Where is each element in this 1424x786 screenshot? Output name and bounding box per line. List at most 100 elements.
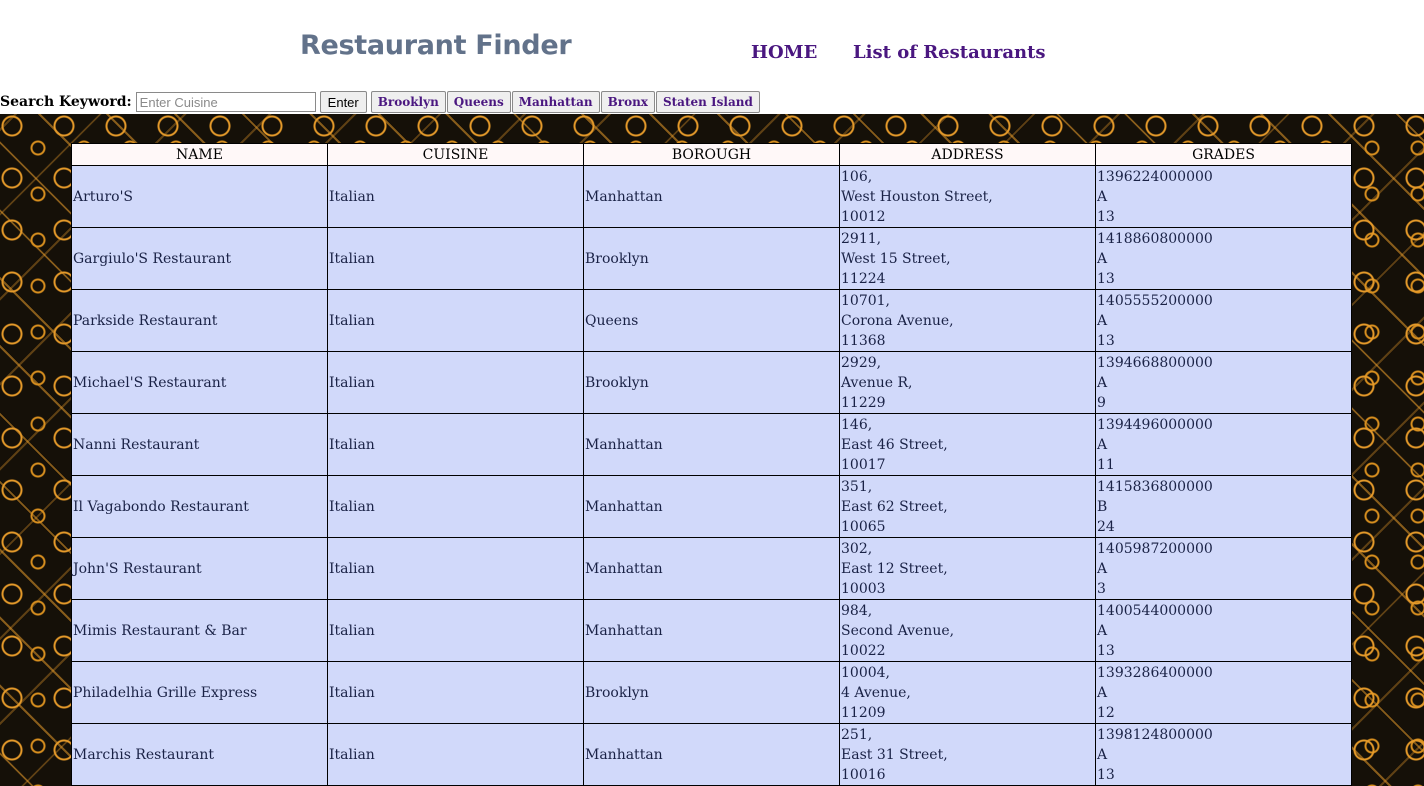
grade-letter: A [1097, 622, 1108, 639]
enter-button[interactable]: Enter [319, 91, 367, 113]
cell-address: 2929, Avenue R, 11229 [839, 351, 1096, 414]
cell-borough: Manhattan [583, 599, 840, 662]
column-header-cuisine: CUISINE [327, 143, 584, 166]
table-row: Marchis Restaurant Italian Manhattan 251… [71, 723, 1352, 786]
cell-cuisine: Italian [327, 599, 584, 662]
nav-list-restaurants-link[interactable]: List of Restaurants [853, 42, 1046, 63]
address-street: East 31 Street, [841, 746, 948, 763]
site-title: Restaurant Finder [300, 30, 572, 61]
column-header-borough: BOROUGH [583, 143, 840, 166]
search-input[interactable] [135, 92, 316, 112]
address-street: Second Avenue, [841, 622, 955, 639]
address-zipcode: 11209 [841, 704, 886, 721]
cell-cuisine: Italian [327, 537, 584, 600]
grade-letter: B [1097, 498, 1108, 515]
cell-cuisine: Italian [327, 165, 584, 228]
table-row: Il Vagabondo Restaurant Italian Manhatta… [71, 475, 1352, 538]
address-zipcode: 11368 [841, 332, 886, 349]
grade-score: 13 [1097, 208, 1115, 225]
cell-address: 106, West Houston Street, 10012 [839, 165, 1096, 228]
cell-name: Il Vagabondo Restaurant [71, 475, 328, 538]
grade-score: 24 [1097, 518, 1115, 535]
cell-address: 351, East 62 Street, 10065 [839, 475, 1096, 538]
address-building: 10701, [841, 292, 890, 309]
grade-score: 13 [1097, 766, 1115, 783]
grade-letter: A [1097, 684, 1108, 701]
cell-grades: 1405987200000 A 3 [1095, 537, 1352, 600]
search-label: Search Keyword: [0, 94, 132, 110]
grade-score: 11 [1097, 456, 1115, 473]
grade-letter: A [1097, 250, 1108, 267]
table-body: Arturo'S Italian Manhattan 106, West Hous… [71, 165, 1352, 786]
table-row: Arturo'S Italian Manhattan 106, West Hous… [71, 165, 1352, 228]
address-zipcode: 11224 [841, 270, 886, 287]
grade-date: 1418860800000 [1097, 230, 1213, 247]
cell-grades: 1400544000000 A 13 [1095, 599, 1352, 662]
address-street: 4 Avenue, [841, 684, 911, 701]
grade-date: 1415836800000 [1097, 478, 1213, 495]
address-street: West 15 Street, [841, 250, 951, 267]
cell-name: Michael'S Restaurant [71, 351, 328, 414]
page-header: Restaurant Finder HOME List of Restauran… [0, 0, 1424, 90]
cell-address: 2911, West 15 Street, 11224 [839, 227, 1096, 290]
cell-address: 10701, Corona Avenue, 11368 [839, 289, 1096, 352]
address-street: East 62 Street, [841, 498, 948, 515]
borough-filter-group: Brooklyn Queens Manhattan Bronx Staten I… [370, 91, 761, 113]
grade-score: 9 [1097, 394, 1106, 411]
cell-name: Arturo'S [71, 165, 328, 228]
address-building: 351, [841, 478, 873, 495]
cell-cuisine: Italian [327, 227, 584, 290]
grade-letter: A [1097, 560, 1108, 577]
address-street: Avenue R, [841, 374, 913, 391]
column-header-address: ADDRESS [839, 143, 1096, 166]
borough-button-bronx[interactable]: Bronx [600, 91, 655, 113]
address-zipcode: 10022 [841, 642, 886, 659]
grade-letter: A [1097, 374, 1108, 391]
table-row: Philadelhia Grille Express Italian Brook… [71, 661, 1352, 724]
cell-borough: Manhattan [583, 537, 840, 600]
borough-button-staten-island[interactable]: Staten Island [655, 91, 760, 113]
cell-address: 146, East 46 Street, 10017 [839, 413, 1096, 476]
cell-cuisine: Italian [327, 351, 584, 414]
address-building: 984, [841, 602, 873, 619]
address-street: West Houston Street, [841, 188, 993, 205]
cell-name: John'S Restaurant [71, 537, 328, 600]
grade-letter: A [1097, 312, 1108, 329]
cell-grades: 1396224000000 A 13 [1095, 165, 1352, 228]
address-building: 2929, [841, 354, 882, 371]
restaurant-table: NAME CUISINE BOROUGH ADDRESS GRADES Artu… [71, 143, 1352, 786]
cell-borough: Brooklyn [583, 661, 840, 724]
cell-address: 10004, 4 Avenue, 11209 [839, 661, 1096, 724]
grade-score: 13 [1097, 642, 1115, 659]
column-header-grades: GRADES [1095, 143, 1352, 166]
nav-home-link[interactable]: HOME [751, 42, 817, 63]
column-header-name: NAME [71, 143, 328, 166]
cell-name: Philadelhia Grille Express [71, 661, 328, 724]
food-pattern-background: NAME CUISINE BOROUGH ADDRESS GRADES Artu… [0, 114, 1424, 786]
cell-grades: 1405555200000 A 13 [1095, 289, 1352, 352]
cell-grades: 1398124800000 A 13 [1095, 723, 1352, 786]
grade-date: 1398124800000 [1097, 726, 1213, 743]
cell-name: Marchis Restaurant [71, 723, 328, 786]
cell-borough: Manhattan [583, 413, 840, 476]
cell-name: Parkside Restaurant [71, 289, 328, 352]
grade-date: 1405555200000 [1097, 292, 1213, 309]
cell-grades: 1394496000000 A 11 [1095, 413, 1352, 476]
grade-date: 1394496000000 [1097, 416, 1213, 433]
borough-button-manhattan[interactable]: Manhattan [511, 91, 600, 113]
cell-borough: Manhattan [583, 475, 840, 538]
cell-cuisine: Italian [327, 413, 584, 476]
cell-name: Mimis Restaurant & Bar [71, 599, 328, 662]
borough-button-queens[interactable]: Queens [446, 91, 511, 113]
cell-borough: Manhattan [583, 723, 840, 786]
grade-date: 1400544000000 [1097, 602, 1213, 619]
borough-button-brooklyn[interactable]: Brooklyn [370, 91, 446, 113]
cell-borough: Brooklyn [583, 351, 840, 414]
address-building: 302, [841, 540, 873, 557]
cell-grades: 1393286400000 A 12 [1095, 661, 1352, 724]
address-zipcode: 10016 [841, 766, 886, 783]
address-zipcode: 11229 [841, 394, 886, 411]
search-bar: Search Keyword: Enter Brooklyn Queens Ma… [0, 90, 761, 114]
table-row: Nanni Restaurant Italian Manhattan 146, E… [71, 413, 1352, 476]
address-street: East 12 Street, [841, 560, 948, 577]
